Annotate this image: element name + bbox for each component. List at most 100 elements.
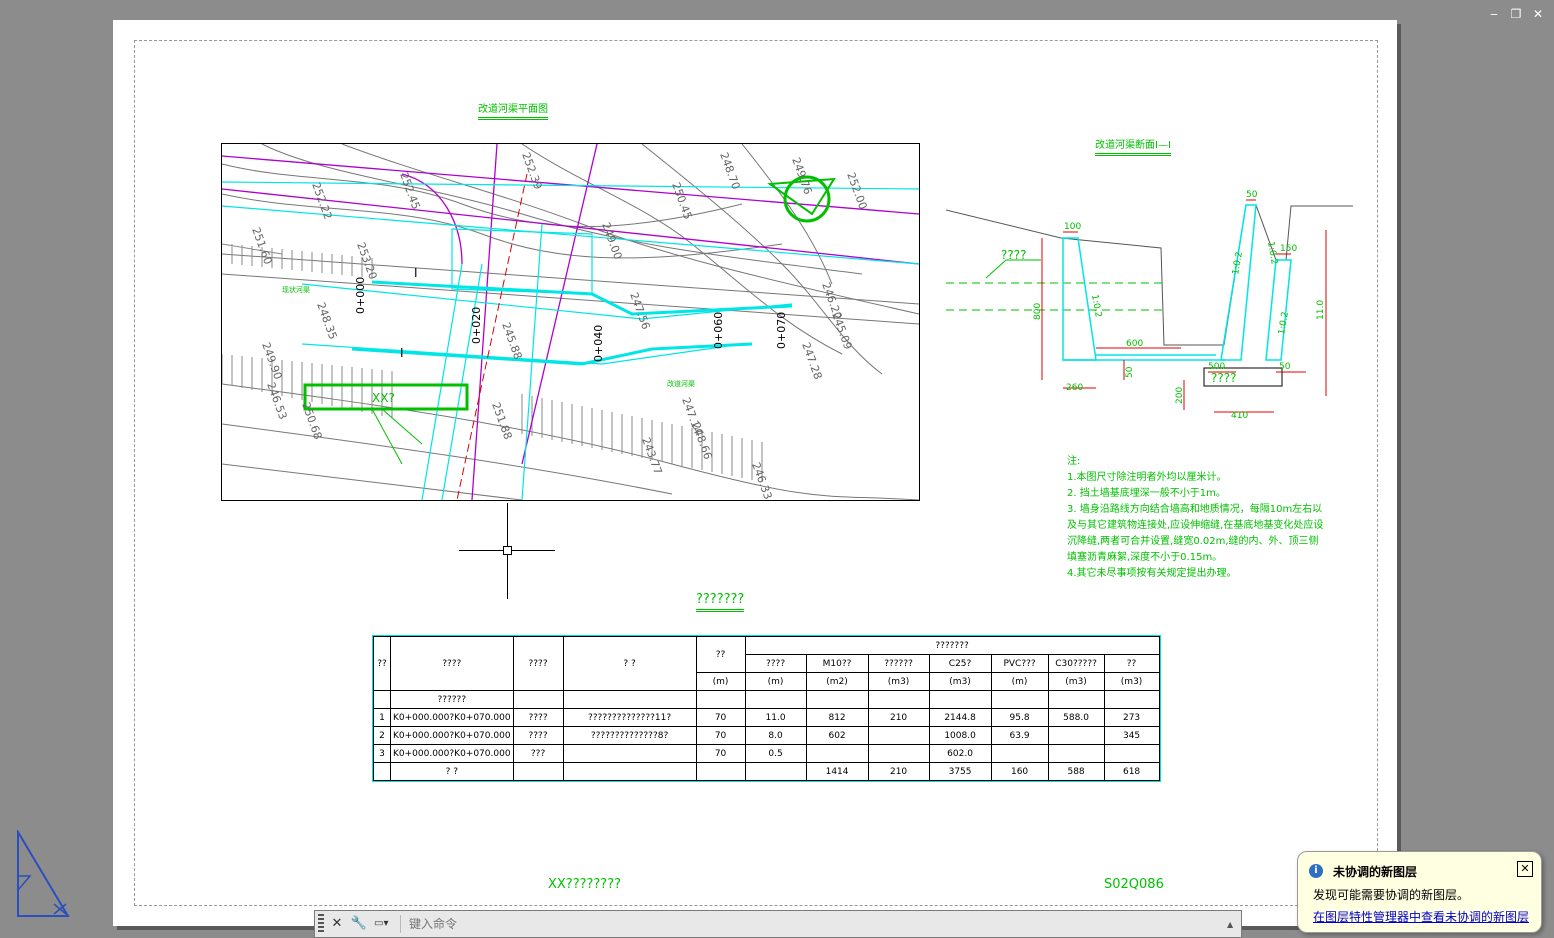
table-header-cell: ???? [512, 636, 564, 691]
table-cell: 3 [373, 744, 391, 763]
close-icon[interactable]: ✕ [1530, 6, 1546, 22]
table-cell: 210 [867, 762, 930, 781]
contour-label: 251.88 [489, 401, 514, 442]
table-cell: 812 [805, 708, 869, 727]
table-cell [695, 690, 746, 709]
contour-label: 248.66 [689, 421, 714, 462]
table-cell: ??????????????8? [562, 726, 697, 745]
table-cell [1103, 744, 1160, 763]
table-cell: K0+000.000?K0+070.000 [390, 708, 514, 727]
note-line: 4.其它未尽事项按有关规定提出办理。 [1067, 568, 1237, 579]
table-header-cell: C25? [928, 654, 992, 673]
table-cell [1103, 690, 1160, 709]
dim-label: 50 [1246, 190, 1258, 200]
ground-profile [946, 204, 1353, 346]
slope-label: 1:0.2 [1265, 241, 1279, 265]
table-cell: 273 [1103, 708, 1160, 727]
table-cell: 3755 [928, 762, 992, 781]
table-cell: ?????? [390, 690, 514, 709]
table-cell: 588.0 [1047, 708, 1105, 727]
table-cell: 345 [1103, 726, 1160, 745]
table-cell [867, 744, 930, 763]
drawing-notes: 注: 1.本图尺寸除注明者外均以厘米计。 2. 挡土墙基底埋深一般不小于1m。 … [1067, 454, 1327, 582]
table-unit-cell: (m) [990, 672, 1049, 691]
xx-label: XX? [372, 391, 395, 405]
table-header-cell: ???? [744, 654, 807, 673]
contour-label: 249.90 [259, 341, 284, 382]
plan-view[interactable]: XX? 现状河渠 改道河渠 0+000 0+020 0+040 0+060 0+… [221, 143, 920, 501]
minimize-icon[interactable]: ‒ [1486, 6, 1502, 22]
layer-notification: i 未协调的新图层 ✕ 发现可能需要协调的新图层。 在图层特性管理器中查看未协调… [1297, 851, 1542, 933]
table-cell: 63.9 [990, 726, 1049, 745]
table-cell: 2 [373, 726, 391, 745]
contour-label: 245.88 [499, 321, 524, 362]
table-cell [1047, 726, 1105, 745]
command-line-grip[interactable] [318, 914, 324, 934]
command-history-scroll-icon[interactable]: ▲ [1227, 920, 1237, 929]
drawing-sheet[interactable]: 改道河渠平面图 改道河渠断面Ⅰ—Ⅰ XX? 现状河渠 改道河渠 0+000 0+… [113, 20, 1397, 926]
table-row: 2 K0+000.000?K0+070.000 ???? ???????????… [373, 726, 1160, 745]
table-cell [990, 744, 1049, 763]
dim-label: 11.0 [1316, 300, 1326, 320]
table-cell [805, 744, 869, 763]
window-controls: ‒ ❐ ✕ [1486, 6, 1546, 22]
table-unit-cell: (m2) [805, 672, 869, 691]
table-unit-cell: (m) [695, 672, 746, 691]
dim-label: 200 [1175, 387, 1185, 404]
contour-label: 252.00 [844, 171, 869, 212]
outer-wall [1265, 259, 1292, 361]
table-cell [512, 690, 564, 709]
table-cell: 160 [990, 762, 1049, 781]
plan-drawing: XX? 现状河渠 改道河渠 0+000 0+020 0+040 0+060 0+… [222, 144, 919, 500]
contour-label: 253.20 [354, 241, 379, 282]
leader-lines [371, 408, 423, 465]
table-cell [867, 726, 930, 745]
notification-layer-manager-link[interactable]: 在图层特性管理器中查看未协调的新图层 [1313, 908, 1529, 925]
table-unit-cell: (m) [744, 672, 807, 691]
dim-label: 100 [1064, 222, 1081, 232]
table-header-cell: ?? [373, 636, 391, 691]
right-retaining-wall [1220, 204, 1257, 361]
table-cell: 602 [805, 726, 869, 745]
notification-body: 发现可能需要协调的新图层。 [1313, 888, 1470, 902]
recent-commands-icon[interactable]: ▭▾ [374, 915, 401, 933]
section-tag: ???? [1001, 248, 1026, 262]
table-cell: 588 [1047, 762, 1105, 781]
table-unit-cell: (m3) [867, 672, 930, 691]
close-command-line-icon[interactable]: ✕ [328, 915, 346, 933]
table-row: 3 K0+000.000?K0+070.000 ??? 70 0.5 602.0 [373, 744, 1160, 763]
table-cell: ??????????????11? [562, 708, 697, 727]
table-cell: ???? [512, 726, 564, 745]
chainage-label: 0+040 [592, 325, 605, 362]
table-cell: 95.8 [990, 708, 1049, 727]
contour-label: 247.28 [799, 341, 824, 382]
channel-bed [1063, 354, 1226, 361]
command-input[interactable] [407, 913, 1227, 935]
table-cell: 602.0 [928, 744, 992, 763]
footer-drawing-number: S02Q086 [1104, 877, 1164, 892]
contour-label: 246.53 [264, 381, 289, 422]
dim-label: 600 [1126, 339, 1143, 349]
chainage-label: 0+020 [470, 307, 483, 344]
ucs-icon [17, 830, 70, 917]
section-view[interactable]: 100 50 150 800 600 11.0 260 50 200 500 5… [946, 180, 1366, 420]
restore-icon[interactable]: ❐ [1508, 6, 1524, 22]
table-cell: K0+000.000?K0+070.000 [390, 726, 514, 745]
table-cell: 2144.8 [928, 708, 992, 727]
diverted-channel-label: 改道河渠 [667, 379, 695, 388]
contour-label: 245.09 [829, 311, 854, 352]
table-header-cell: C30????? [1047, 654, 1105, 673]
chainage-label: 0+070 [775, 312, 788, 349]
water-levels [946, 282, 1166, 311]
table-header-cell: ? ? [562, 636, 697, 691]
command-line[interactable]: ✕ 🔧 ▭▾ ▲ [314, 910, 1242, 938]
table-cell [1047, 690, 1105, 709]
customize-wrench-icon[interactable]: 🔧 [350, 915, 368, 933]
section-view-title: 改道河渠断面Ⅰ—Ⅰ [1095, 136, 1171, 156]
footer-project-name: XX???????? [548, 877, 622, 892]
table-header-cell: ?? [1103, 654, 1160, 673]
cut-mark: I [400, 346, 404, 360]
section-tag: ???? [1211, 371, 1236, 385]
notification-close-button[interactable]: ✕ [1517, 861, 1533, 877]
contour-label: 249.00 [599, 221, 624, 262]
